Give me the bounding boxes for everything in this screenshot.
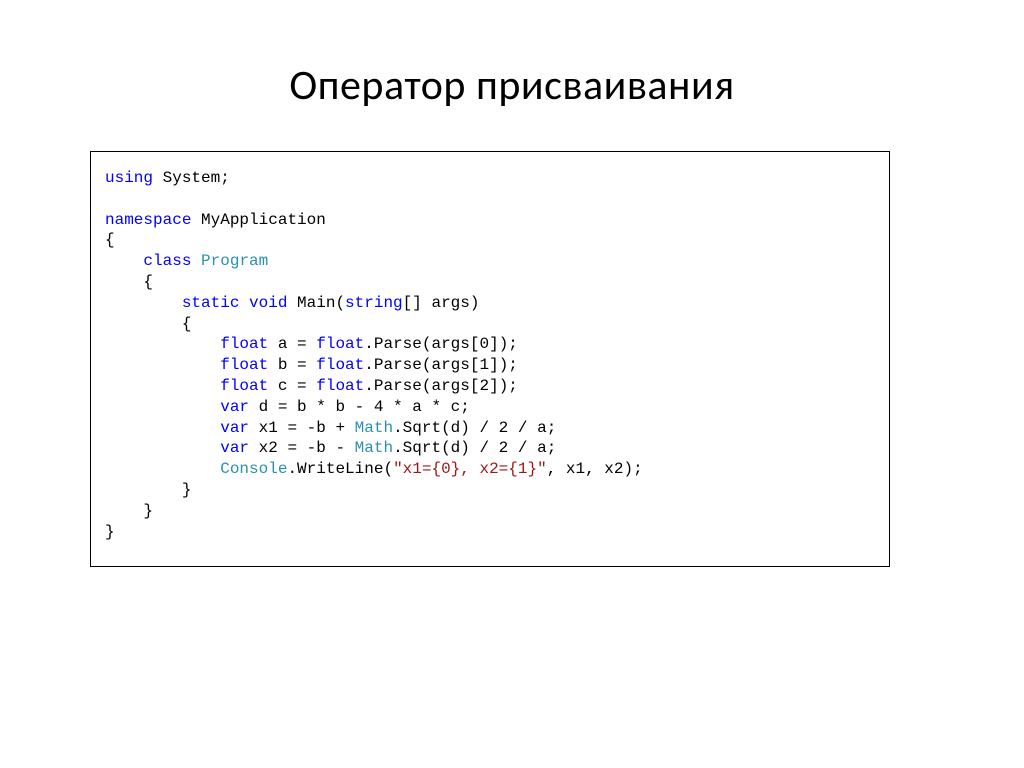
code-string: "x1={0}, x2={1}" (393, 460, 547, 478)
slide-title: Оператор присваивания (90, 60, 934, 111)
code-text: .WriteLine( (287, 460, 393, 478)
code-text: .Sqrt(d) / 2 / a; (393, 419, 556, 437)
code-text: .Parse(args[0]); (364, 335, 518, 353)
code-indent (105, 294, 182, 312)
code-keyword: static (182, 294, 240, 312)
code-type: Math (355, 419, 393, 437)
code-indent (105, 356, 220, 374)
code-type: Program (201, 252, 268, 270)
code-keyword: var (220, 419, 249, 437)
code-keyword: float (316, 356, 364, 374)
code-keyword: string (345, 294, 403, 312)
code-text: .Sqrt(d) / 2 / a; (393, 439, 556, 457)
code-keyword: float (316, 335, 364, 353)
code-text: MyApplication (191, 211, 325, 229)
code-text: .Parse(args[2]); (364, 377, 518, 395)
code-text: d = b * b - 4 * a * c; (249, 398, 470, 416)
code-indent (105, 335, 220, 353)
code-text: Main( (287, 294, 345, 312)
code-text: [] args) (403, 294, 480, 312)
code-indent (105, 252, 143, 270)
code-text: a = (268, 335, 316, 353)
code-type: Console (220, 460, 287, 478)
code-brace: } (105, 502, 153, 520)
code-block: using System; namespace MyApplication { … (90, 151, 890, 567)
code-brace: { (105, 273, 153, 291)
code-indent (105, 439, 220, 457)
code-keyword: using (105, 169, 153, 187)
code-indent (105, 398, 220, 416)
code-keyword: namespace (105, 211, 191, 229)
code-brace: { (105, 231, 115, 249)
code-indent (105, 377, 220, 395)
code-text: c = (268, 377, 316, 395)
code-keyword: float (220, 356, 268, 374)
slide: Оператор присваивания using System; name… (0, 0, 1024, 768)
code-text: .Parse(args[1]); (364, 356, 518, 374)
code-text (239, 294, 249, 312)
code-keyword: void (249, 294, 287, 312)
code-text: x2 = -b - (249, 439, 355, 457)
code-brace: { (105, 315, 191, 333)
code-indent (105, 419, 220, 437)
code-indent (105, 460, 220, 478)
code-text: b = (268, 356, 316, 374)
code-text: x1 = -b + (249, 419, 355, 437)
code-blank-line (105, 190, 115, 208)
code-keyword: class (143, 252, 191, 270)
code-keyword: float (220, 377, 268, 395)
code-keyword: var (220, 398, 249, 416)
code-text (191, 252, 201, 270)
code-brace: } (105, 481, 191, 499)
code-type: Math (355, 439, 393, 457)
code-keyword: float (316, 377, 364, 395)
code-keyword: var (220, 439, 249, 457)
code-brace: } (105, 523, 115, 541)
code-text: System; (153, 169, 230, 187)
code-text: , x1, x2); (547, 460, 643, 478)
code-keyword: float (220, 335, 268, 353)
